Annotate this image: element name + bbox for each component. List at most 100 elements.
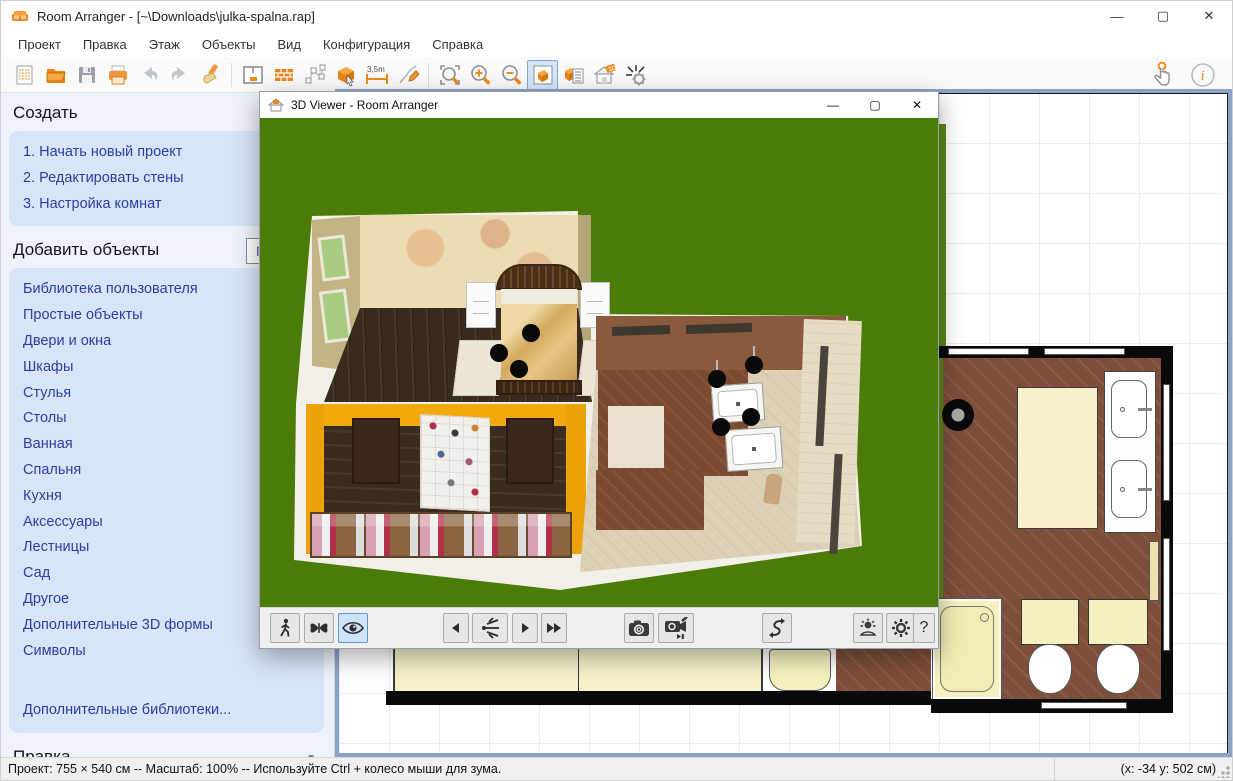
plan-floor-patch [836,646,931,696]
pencil-draw-icon [396,63,420,87]
about-button[interactable]: i [1187,60,1218,90]
play-button[interactable] [512,613,538,643]
measure-button[interactable]: 3,5m [361,60,392,90]
zoom-window-button[interactable] [434,60,465,90]
menu-help[interactable]: Справка [421,34,494,55]
menu-floor[interactable]: Этаж [138,34,191,55]
resize-grip[interactable] [1218,766,1230,778]
format-paint-button[interactable] [195,60,226,90]
edit-points-button[interactable] [299,60,330,90]
rotate-model-button[interactable] [762,613,792,643]
menu-view[interactable]: Вид [266,34,312,55]
scene-nightstand [466,282,496,328]
viewer-close-button[interactable]: ✕ [896,92,938,118]
render-settings-button[interactable] [620,60,651,90]
open-folder-icon [44,63,68,87]
menu-bar: Проект Правка Этаж Объекты Вид Конфигура… [1,31,1232,57]
scene-bathroom-rug [608,406,664,468]
menu-configuration[interactable]: Конфигурация [312,34,421,55]
menu-project[interactable]: Проект [7,34,72,55]
walk-mode-button[interactable] [270,613,300,643]
scene-ceiling-lamp [742,408,760,426]
scene-ceiling-lamp [745,356,763,374]
edit-walls-button[interactable] [268,60,299,90]
open-button[interactable] [40,60,71,90]
video-camera-icon [664,617,688,639]
scene-lamp-stem [716,360,718,370]
main-toolbar: 3,5m 3D i [1,57,1232,93]
lighting-button[interactable] [853,613,883,643]
plan-wardrobe-divider [578,646,579,693]
fast-forward-button[interactable] [541,613,567,643]
zoom-out-icon [500,63,524,87]
zoom-out-button[interactable] [496,60,527,90]
redo-button[interactable] [164,60,195,90]
menu-objects[interactable]: Объекты [191,34,267,55]
plan-window [948,348,1029,355]
effects-button[interactable] [472,613,508,643]
gear-icon [891,618,911,638]
object-list-button[interactable] [558,60,589,90]
close-button[interactable]: ✕ [1186,1,1232,31]
save-button[interactable] [71,60,102,90]
scene-bathroom-halfwall [596,470,704,530]
viewer-house-icon [268,98,284,112]
record-video-button[interactable] [658,613,694,643]
viewer-title-bar[interactable]: 3D Viewer - Room Arranger — ▢ ✕ [260,92,938,118]
zoom-window-icon [438,63,462,87]
butterfly-icon [309,619,329,637]
scene-sink [725,426,784,472]
rotate-s-icon [769,618,785,638]
plan-toilet-bowl [1096,644,1140,694]
title-bar: Room Arranger - [~\Downloads\julka-spaln… [1,1,1232,31]
scene-bathroom-rightwall [796,319,862,545]
screenshot-button[interactable] [624,613,654,643]
viewer-toolbar: ? [260,607,938,648]
viewer-settings-button[interactable] [886,613,916,643]
touch-mode-button[interactable] [1146,60,1177,90]
scene-ceiling-lamp [490,344,508,362]
fly-mode-button[interactable] [304,613,334,643]
object-list-icon [562,63,586,87]
plan-wall-bottom-left [386,691,931,705]
plan-cabinet [1017,387,1098,529]
step-back-button[interactable] [443,613,469,643]
undo-icon [137,63,161,87]
additional-libraries-link[interactable]: Дополнительные библиотеки... [23,698,310,724]
minimize-button[interactable]: — [1094,1,1140,31]
house-3d-icon: 3D [592,63,618,87]
edit-rooms-button[interactable] [237,60,268,90]
status-project-info: Проект: 755 × 540 см -- Масштаб: 100% --… [1,762,1054,776]
status-bar: Проект: 755 × 540 см -- Масштаб: 100% --… [1,757,1232,780]
redo-icon [168,63,192,87]
print-button[interactable] [102,60,133,90]
plan-window [1163,384,1170,501]
maximize-button[interactable]: ▢ [1140,1,1186,31]
add-object-button[interactable] [330,60,361,90]
toolbar-separator [428,63,429,87]
scene-wardrobe-row [310,512,572,558]
undo-button[interactable] [133,60,164,90]
viewer-help-button[interactable]: ? [913,613,935,643]
draw-button[interactable] [392,60,423,90]
info-icon: i [1190,62,1216,88]
viewer-3d-scene[interactable] [260,118,938,609]
zoom-in-icon [469,63,493,87]
object-box-cursor-icon [334,63,358,87]
print-icon [106,63,130,87]
walkthrough-3d-button[interactable]: 3D [589,60,620,90]
paint-brush-icon [199,63,223,87]
menu-edit[interactable]: Правка [72,34,138,55]
new-button[interactable] [9,60,40,90]
viewer-window: 3D Viewer - Room Arranger — ▢ ✕ [259,91,939,649]
plan-sink [1111,380,1147,438]
viewer-minimize-button[interactable]: — [812,92,854,118]
zoom-in-button[interactable] [465,60,496,90]
view-3d-button[interactable] [527,60,558,90]
viewer-maximize-button[interactable]: ▢ [854,92,896,118]
examine-mode-button[interactable] [338,613,368,643]
scene-shoe-rack [420,414,490,512]
scene-bed-footboard [496,380,582,395]
scene-ceiling-lamp [522,324,540,342]
svg-text:i: i [1200,68,1204,84]
